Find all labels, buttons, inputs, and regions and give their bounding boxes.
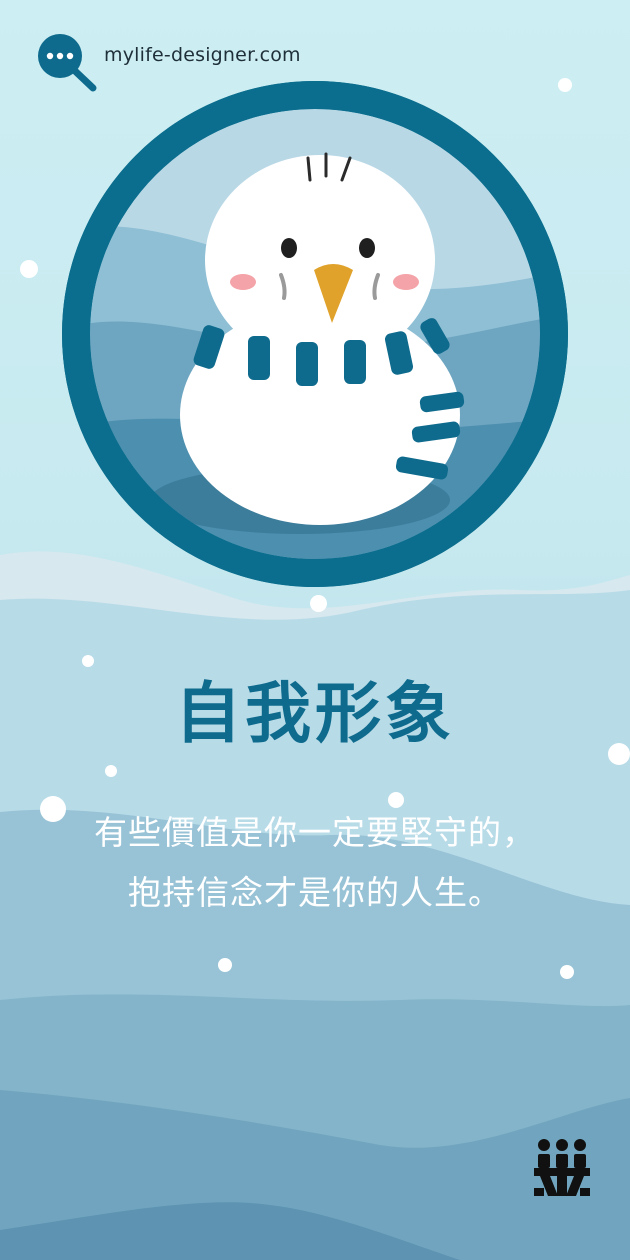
family-logo-icon	[534, 1139, 590, 1196]
card-title: 自我形象	[175, 675, 455, 752]
snowflake	[310, 595, 327, 612]
quote-line-2: 抱持信念才是你的人生。	[128, 873, 502, 912]
snowflake	[218, 958, 232, 972]
snowflake	[560, 965, 574, 979]
snowflake	[105, 765, 117, 777]
snowflake	[558, 78, 572, 92]
snowman-bird-illustration	[62, 81, 568, 587]
snowflake	[20, 260, 38, 278]
card-page: mylife-designer.com 自我形象 有些價值是你一定要堅守的， 抱…	[0, 0, 630, 1260]
quote-line-1: 有些價值是你一定要堅守的，	[94, 813, 536, 852]
